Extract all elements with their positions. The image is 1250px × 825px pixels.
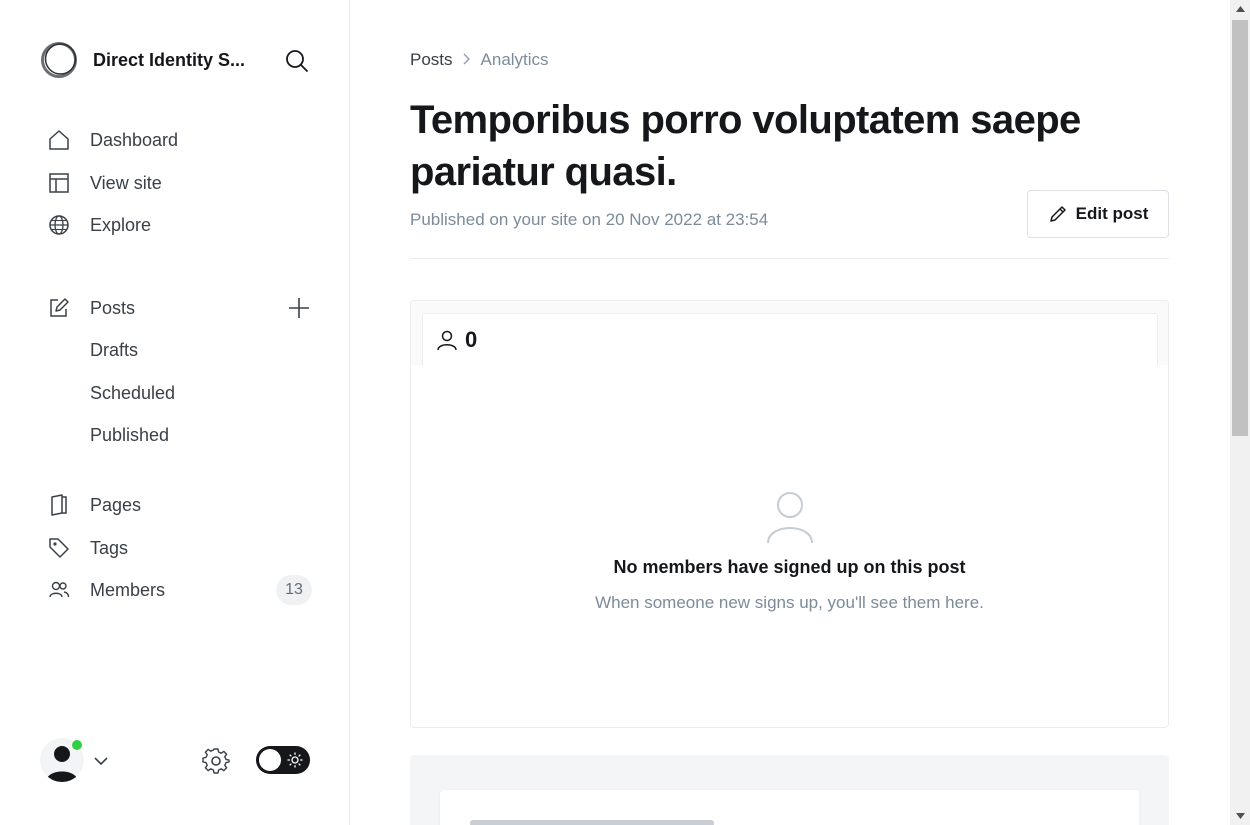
layout-icon — [40, 165, 78, 201]
globe-icon — [40, 207, 78, 243]
sidebar-item-label: View site — [90, 172, 162, 193]
publish-meta: Published on your site on 20 Nov 2022 at… — [410, 210, 769, 229]
sidebar-item-label: Tags — [90, 537, 129, 558]
sidebar-item-members[interactable]: Members 13 — [40, 572, 312, 608]
tab-members[interactable]: 0 — [422, 313, 1158, 366]
sidebar-item-published[interactable]: Published — [90, 425, 169, 446]
edit-post-label: Edit post — [1075, 204, 1149, 223]
members-card: 0 No members have signed up on this post… — [410, 300, 1169, 728]
toggle-knob — [259, 749, 281, 771]
sidebar-footer — [40, 738, 310, 782]
sidebar-item-scheduled[interactable]: Scheduled — [90, 383, 175, 404]
breadcrumb: Posts Analytics — [410, 50, 549, 70]
page-icon — [40, 487, 78, 523]
sidebar-item-posts[interactable]: Posts — [40, 290, 312, 326]
search-icon[interactable] — [284, 48, 310, 74]
empty-state-subtitle: When someone new signs up, you'll see th… — [595, 593, 984, 612]
chevron-right-icon — [462, 52, 472, 69]
sidebar: Direct Identity S... Dashboard View site… — [0, 0, 350, 825]
site-name[interactable]: Direct Identity S... — [93, 50, 261, 71]
sidebar-item-view-site[interactable]: View site — [40, 165, 312, 201]
sun-icon — [287, 752, 303, 768]
sidebar-item-dashboard[interactable]: Dashboard — [40, 122, 312, 158]
online-status-dot — [71, 739, 83, 751]
theme-toggle[interactable] — [256, 746, 310, 774]
brand: Direct Identity S... — [40, 40, 310, 80]
empty-state-title: No members have signed up on this post — [613, 557, 966, 577]
members-count-badge: 13 — [276, 575, 312, 605]
members-icon — [40, 572, 78, 608]
divider — [410, 258, 1169, 259]
breadcrumb-current: Analytics — [480, 50, 549, 69]
sidebar-item-drafts[interactable]: Drafts — [90, 340, 138, 361]
loading-skeleton — [470, 820, 714, 825]
sidebar-item-label: Posts — [90, 297, 136, 318]
sidebar-item-label: Members — [90, 579, 166, 600]
breadcrumb-posts-link[interactable]: Posts — [410, 50, 453, 70]
sidebar-item-tags[interactable]: Tags — [40, 530, 312, 566]
analytics-panel — [410, 755, 1169, 825]
plus-icon[interactable] — [286, 295, 312, 321]
home-icon — [40, 122, 78, 158]
card-tabbar: 0 — [411, 301, 1168, 366]
sidebar-item-label: Explore — [90, 214, 152, 235]
scrollbar[interactable] — [1230, 0, 1250, 825]
sidebar-item-label: Pages — [90, 494, 142, 515]
scroll-down-arrow-icon[interactable] — [1230, 807, 1250, 825]
pencil-icon — [1049, 206, 1066, 222]
chevron-down-icon[interactable] — [92, 752, 110, 770]
members-count: 0 — [465, 327, 478, 352]
edit-post-button[interactable]: Edit post — [1027, 190, 1169, 238]
gear-icon[interactable] — [202, 747, 230, 775]
user-icon — [437, 330, 457, 351]
main-content: Posts Analytics Temporibus porro volupta… — [350, 0, 1230, 825]
sidebar-item-explore[interactable]: Explore — [40, 207, 312, 243]
scrollbar-thumb[interactable] — [1232, 20, 1248, 436]
sidebar-item-label: Dashboard — [90, 129, 179, 150]
tag-icon — [40, 530, 78, 566]
panel-card — [440, 790, 1139, 825]
user-placeholder-icon — [766, 489, 814, 544]
circle-logo-icon[interactable] — [40, 41, 78, 79]
sidebar-item-pages[interactable]: Pages — [40, 487, 312, 523]
page-title: Temporibus porro voluptatem saepe pariat… — [410, 98, 1081, 194]
scroll-up-arrow-icon[interactable] — [1230, 0, 1250, 18]
pencil-square-icon — [40, 290, 78, 326]
